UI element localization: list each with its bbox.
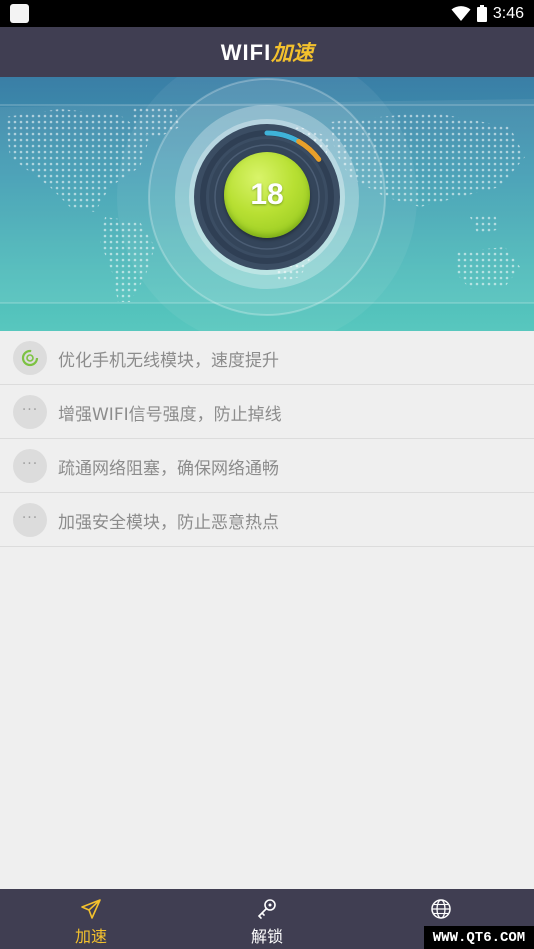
wifi-signal-icon xyxy=(451,5,471,22)
list-item: ··· 加强安全模块，防止恶意热点 xyxy=(0,493,534,547)
ellipsis-icon: ··· xyxy=(13,395,47,429)
speed-score-value: 18 xyxy=(250,178,284,211)
app-header: WIFI 加速 xyxy=(0,27,534,77)
ellipsis-icon: ··· xyxy=(13,449,47,483)
send-icon xyxy=(80,898,102,924)
task-label: 疏通网络阻塞，确保网络通畅 xyxy=(58,459,279,479)
status-bar: 3:46 xyxy=(0,0,534,27)
key-icon xyxy=(256,898,278,924)
tab-unlock[interactable]: 解锁 xyxy=(178,889,356,949)
tab-unlock-label: 解锁 xyxy=(250,927,283,946)
page-title: WIFI 加速 xyxy=(221,37,313,67)
status-right: 3:46 xyxy=(451,0,524,27)
task-label: 加强安全模块，防止恶意热点 xyxy=(58,513,279,533)
battery-icon xyxy=(476,5,487,22)
tab-accelerate-label: 加速 xyxy=(74,927,107,946)
speed-score-button[interactable]: 18 xyxy=(224,152,310,238)
watermark: WWW.QT6.COM xyxy=(424,926,534,949)
page-title-cn: 加速 xyxy=(271,41,314,65)
globe-icon xyxy=(430,898,452,924)
status-time: 3:46 xyxy=(492,4,524,22)
task-label: 增强WIFI信号强度，防止掉线 xyxy=(58,405,282,425)
page-title-latin: WIFI xyxy=(220,40,272,65)
spinner-icon xyxy=(13,341,47,375)
optimization-task-list: 优化手机无线模块，速度提升 ··· 增强WIFI信号强度，防止掉线 ··· 疏通… xyxy=(0,331,534,547)
notification-app-icon xyxy=(10,4,29,23)
task-label: 优化手机无线模块，速度提升 xyxy=(58,351,279,371)
list-item: ··· 增强WIFI信号强度，防止掉线 xyxy=(0,385,534,439)
list-item: 优化手机无线模块，速度提升 xyxy=(0,331,534,385)
list-item: ··· 疏通网络阻塞，确保网络通畅 xyxy=(0,439,534,493)
tab-accelerate[interactable]: 加速 xyxy=(2,889,180,949)
progress-arc-orange xyxy=(296,138,322,162)
progress-arc-blue xyxy=(264,130,302,144)
speed-gauge-hero: 18 xyxy=(0,77,534,331)
ellipsis-icon: ··· xyxy=(13,503,47,537)
